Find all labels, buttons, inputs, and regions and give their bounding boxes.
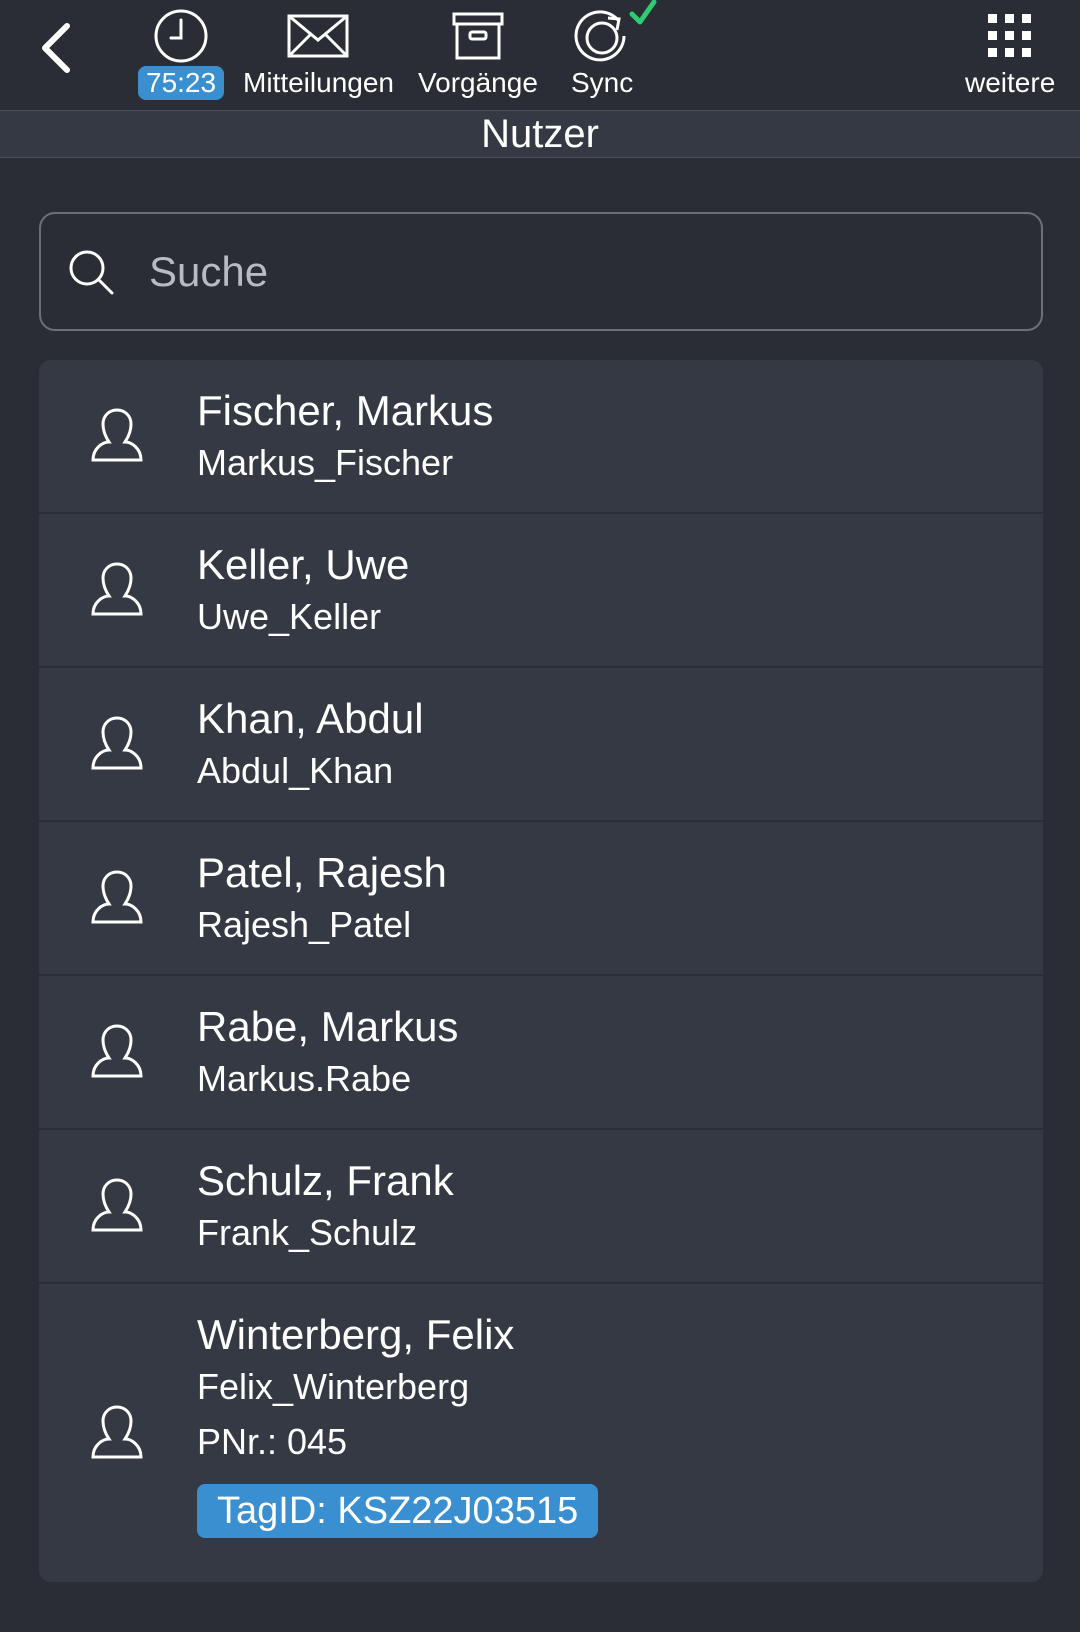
user-login: Uwe_Keller: [197, 596, 382, 637]
check-icon: [629, 0, 657, 25]
messages-label: Mitteilungen: [243, 67, 394, 98]
list-item[interactable]: Keller, Uwe Uwe_Keller: [39, 514, 1043, 668]
user-name: Patel, Rajesh: [197, 849, 447, 896]
user-name: Winterberg, Felix: [197, 1311, 515, 1358]
clock-icon: [154, 9, 208, 63]
user-login: Markus_Fischer: [197, 442, 454, 483]
page-title: Nutzer: [481, 111, 599, 156]
user-icon: [91, 716, 143, 770]
search-icon: [69, 250, 114, 294]
user-icon: [91, 1405, 143, 1459]
more-button[interactable]: weitere: [965, 6, 1055, 100]
list-item[interactable]: Rabe, Markus Markus.Rabe: [39, 976, 1043, 1130]
user-icon: [91, 1178, 143, 1232]
messages-button[interactable]: Mitteilungen: [243, 6, 394, 100]
user-login: Frank_Schulz: [197, 1212, 418, 1253]
processes-label: Vorgänge: [418, 67, 538, 98]
sync-refresh-icon: [574, 10, 626, 62]
user-login: Rajesh_Patel: [197, 904, 412, 945]
time-badge: 75:23: [138, 66, 225, 100]
more-label: weitere: [965, 67, 1056, 98]
list-item[interactable]: Fischer, Markus Markus_Fischer: [39, 360, 1043, 514]
grid-menu-icon: [988, 14, 1032, 57]
sync-label: Sync: [571, 67, 634, 98]
user-icon: [91, 408, 143, 462]
user-name: Rabe, Markus: [197, 1003, 459, 1050]
list-item[interactable]: Khan, Abdul Abdul_Khan: [39, 668, 1043, 822]
user-list: Fischer, Markus Markus_Fischer Keller, U…: [39, 360, 1043, 1582]
user-name: Khan, Abdul: [197, 695, 424, 742]
envelope-icon: [287, 14, 349, 58]
personnel-number: PNr.: 045: [197, 1421, 348, 1462]
title-bar: Nutzer: [0, 110, 1080, 158]
list-item[interactable]: Winterberg, Felix Felix_Winterberg PNr.:…: [39, 1284, 1043, 1582]
search-input[interactable]: [149, 247, 969, 296]
archive-box-icon: [452, 12, 504, 60]
user-name: Keller, Uwe: [197, 541, 410, 588]
search-box[interactable]: [39, 212, 1043, 331]
tag-id-badge: TagID: KSZ22J03515: [197, 1484, 599, 1538]
user-login: Abdul_Khan: [197, 750, 394, 791]
user-login: Felix_Winterberg: [197, 1366, 470, 1407]
timer-button[interactable]: 75:23: [138, 6, 225, 100]
chevron-left-icon: [42, 23, 70, 73]
list-item[interactable]: Schulz, Frank Frank_Schulz: [39, 1130, 1043, 1284]
sync-button[interactable]: Sync: [571, 0, 657, 100]
user-name: Schulz, Frank: [197, 1157, 454, 1204]
back-button[interactable]: [30, 18, 80, 78]
user-login: Markus.Rabe: [197, 1058, 412, 1099]
user-icon: [91, 562, 143, 616]
top-toolbar: 75:23 Mitteilungen Vorgänge Sync weitere: [0, 0, 1080, 110]
user-icon: [91, 1024, 143, 1078]
user-icon: [91, 870, 143, 924]
user-name: Fischer, Markus: [197, 387, 494, 434]
list-item[interactable]: Patel, Rajesh Rajesh_Patel: [39, 822, 1043, 976]
processes-button[interactable]: Vorgänge: [418, 6, 538, 100]
